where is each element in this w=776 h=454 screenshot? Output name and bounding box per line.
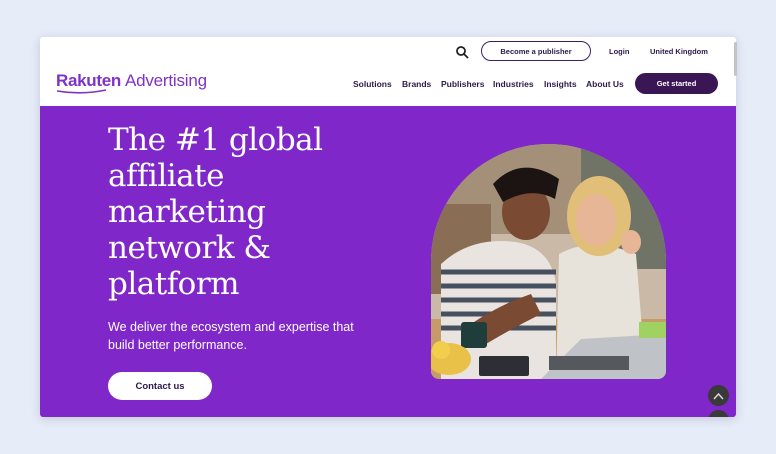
region-selector[interactable]: United Kingdom (650, 47, 708, 56)
nav-insights[interactable]: Insights (544, 79, 577, 89)
browser-viewport: Become a publisher Login United Kingdom … (40, 37, 736, 417)
headline-line: affiliate (108, 158, 224, 194)
login-link[interactable]: Login (609, 47, 629, 56)
hero-photo-illustration (431, 144, 666, 379)
hero-section: The #1 global affiliate marketing networ… (40, 106, 736, 417)
search-icon[interactable] (455, 45, 469, 59)
page-scrollbar[interactable] (734, 42, 737, 76)
site-header: Become a publisher Login United Kingdom … (40, 37, 736, 106)
get-started-button[interactable]: Get started (635, 73, 718, 94)
logo-brand: Rakuten (56, 71, 121, 90)
nav-publishers[interactable]: Publishers (441, 79, 484, 89)
nav-about-us[interactable]: About Us (586, 79, 624, 89)
nav-solutions[interactable]: Solutions (353, 79, 392, 89)
headline-line: network & (108, 230, 271, 266)
hero-headline: The #1 global affiliate marketing networ… (108, 122, 368, 302)
headline-line: platform (108, 266, 240, 302)
logo-swoosh-icon (56, 89, 107, 94)
headline-line: marketing (108, 194, 266, 230)
hero-photo (431, 144, 666, 379)
chevron-up-icon (713, 392, 724, 400)
headline-line: The #1 global (108, 122, 323, 158)
nav-industries[interactable]: Industries (493, 79, 534, 89)
logo-sub: Advertising (124, 71, 207, 90)
scroll-down-button[interactable] (708, 410, 729, 417)
contact-us-button[interactable]: Contact us (108, 372, 212, 400)
become-publisher-button[interactable]: Become a publisher (481, 41, 591, 61)
hero-tagline: We deliver the ecosystem and expertise t… (108, 320, 354, 352)
nav-brands[interactable]: Brands (402, 79, 431, 89)
scroll-to-top-button[interactable] (708, 385, 729, 406)
